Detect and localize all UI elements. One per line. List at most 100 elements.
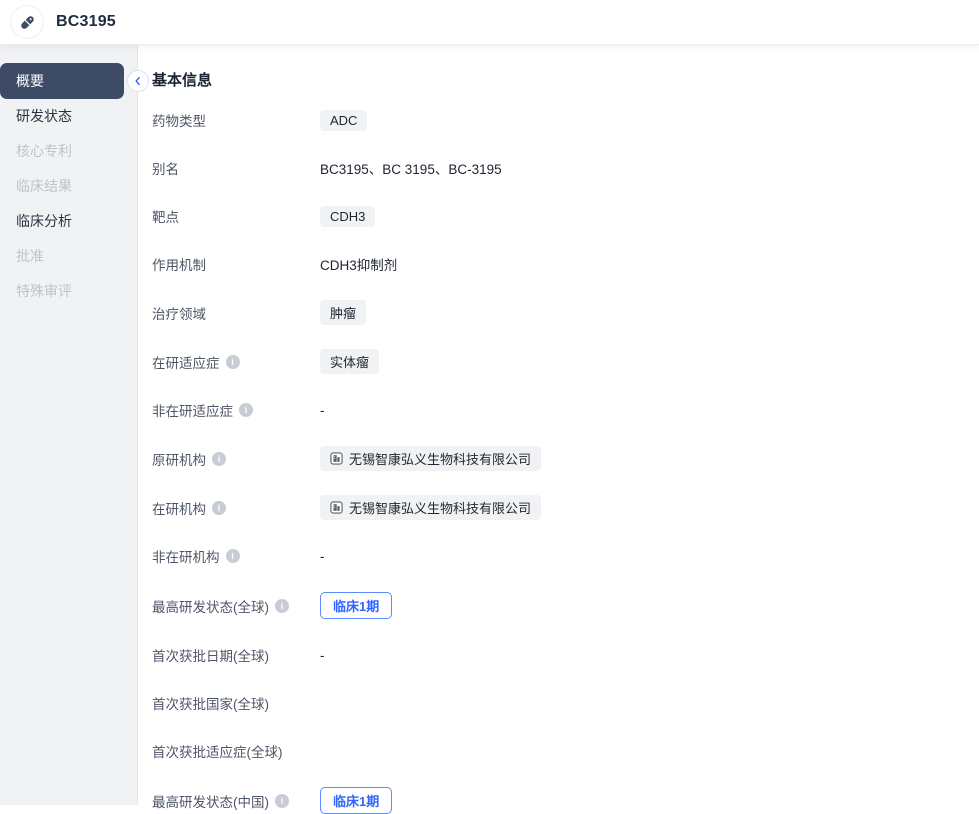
field-label-highest-status-global: 最高研发状态(全球) i: [152, 596, 320, 616]
field-label-mechanism: 作用机制: [152, 254, 320, 274]
info-icon[interactable]: i: [212, 501, 226, 515]
field-value-target: CDH3: [320, 206, 375, 227]
field-label-text: 治疗领域: [152, 303, 206, 323]
info-icon[interactable]: i: [212, 452, 226, 466]
field-value-aliases: BC3195、BC 3195、BC-3195: [320, 158, 502, 178]
info-icon[interactable]: i: [275, 794, 289, 808]
field-row-highest-status-global: 最高研发状态(全球) i 临床1期: [152, 592, 979, 619]
field-label-text: 在研适应症: [152, 352, 220, 372]
field-label-active-org: 在研机构 i: [152, 498, 320, 518]
field-label-originator-org: 原研机构 i: [152, 449, 320, 469]
field-label-text: 首次获批日期(全球): [152, 645, 269, 665]
field-text-value: BC3195、BC 3195、BC-3195: [320, 158, 502, 178]
status-badge[interactable]: 临床1期: [320, 592, 392, 619]
company-tag[interactable]: 无锡智康弘义生物科技有限公司: [320, 446, 541, 471]
field-row-highest-status-china: 最高研发状态(中国) i 临床1期: [152, 787, 979, 814]
company-tag[interactable]: 无锡智康弘义生物科技有限公司: [320, 495, 541, 520]
sidebar-item-clinical-results: 临床结果: [0, 169, 137, 204]
field-row-first-approval-country-global: 首次获批国家(全球): [152, 691, 979, 715]
field-row-aliases: 别名 BC3195、BC 3195、BC-3195: [152, 156, 979, 180]
field-value-inactive-org: -: [320, 549, 325, 564]
field-label-text: 非在研适应症: [152, 400, 233, 420]
field-value-active-org: 无锡智康弘义生物科技有限公司: [320, 495, 541, 520]
field-value-active-indications: 实体瘤: [320, 349, 379, 374]
section-title: 基本信息: [152, 70, 979, 92]
field-label-text: 靶点: [152, 206, 179, 226]
field-value-mechanism: CDH3抑制剂: [320, 254, 397, 274]
field-value-first-approval-date-global: -: [320, 648, 325, 663]
field-label-highest-status-china: 最高研发状态(中国) i: [152, 791, 320, 811]
field-text-value: -: [320, 648, 325, 663]
field-text-value: -: [320, 549, 325, 564]
field-label-first-approval-date-global: 首次获批日期(全球): [152, 645, 320, 665]
field-row-mechanism: 作用机制 CDH3抑制剂: [152, 252, 979, 276]
tag[interactable]: ADC: [320, 110, 367, 131]
tag[interactable]: 实体瘤: [320, 349, 379, 374]
page-title: BC3195: [56, 13, 116, 31]
field-row-active-indications: 在研适应症 i 实体瘤: [152, 349, 979, 374]
company-name: 无锡智康弘义生物科技有限公司: [349, 498, 531, 517]
field-label-text: 在研机构: [152, 498, 206, 518]
main-content: 基本信息 药物类型 ADC 别名 BC3195、BC 3195、BC-3195 靶点 CD…: [138, 45, 979, 805]
sidebar-item-approval: 批准: [0, 239, 137, 274]
fields-list: 药物类型 ADC 别名 BC3195、BC 3195、BC-3195 靶点 CDH3 作用机…: [152, 108, 979, 814]
field-value-inactive-indications: -: [320, 403, 325, 418]
field-label-inactive-org: 非在研机构 i: [152, 546, 320, 566]
field-row-originator-org: 原研机构 i 无锡智康弘义生物科技有限公司: [152, 446, 979, 471]
info-icon[interactable]: i: [226, 549, 240, 563]
info-icon[interactable]: i: [226, 355, 240, 369]
field-label-text: 非在研机构: [152, 546, 220, 566]
field-text-value: -: [320, 403, 325, 418]
field-label-text: 别名: [152, 158, 179, 178]
building-icon: [330, 501, 343, 514]
status-badge[interactable]: 临床1期: [320, 787, 392, 814]
company-name: 无锡智康弘义生物科技有限公司: [349, 449, 531, 468]
pill-icon: [18, 13, 37, 32]
field-label-text: 首次获批国家(全球): [152, 693, 269, 713]
collapse-sidebar-button[interactable]: [127, 70, 149, 92]
field-label-text: 药物类型: [152, 110, 206, 130]
sidebar-item-core-patents: 核心专利: [0, 134, 137, 169]
field-label-first-approval-indication-global: 首次获批适应症(全球): [152, 741, 320, 761]
field-text-value: CDH3抑制剂: [320, 254, 397, 274]
app-body: 概要研发状态核心专利临床结果临床分析批准特殊审评 基本信息 药物类型 ADC 别名 B…: [0, 45, 979, 805]
sidebar-item-rd-status[interactable]: 研发状态: [0, 99, 137, 134]
info-icon[interactable]: i: [239, 403, 253, 417]
tag[interactable]: CDH3: [320, 206, 375, 227]
sidebar-item-clinical-analysis[interactable]: 临床分析: [0, 204, 137, 239]
field-label-target: 靶点: [152, 206, 320, 226]
field-value-highest-status-global: 临床1期: [320, 592, 392, 619]
building-icon: [330, 452, 343, 465]
field-row-drug-type: 药物类型 ADC: [152, 108, 979, 132]
sidebar-item-special-review: 特殊审评: [0, 274, 137, 309]
field-row-first-approval-indication-global: 首次获批适应症(全球): [152, 739, 979, 763]
tag[interactable]: 肿瘤: [320, 300, 366, 325]
field-row-inactive-org: 非在研机构 i -: [152, 544, 979, 568]
field-label-text: 作用机制: [152, 254, 206, 274]
field-value-drug-type: ADC: [320, 110, 367, 131]
field-label-text: 原研机构: [152, 449, 206, 469]
drug-logo: [10, 5, 44, 39]
field-value-therapeutic-area: 肿瘤: [320, 300, 366, 325]
field-label-text: 首次获批适应症(全球): [152, 741, 283, 761]
field-label-text: 最高研发状态(全球): [152, 596, 269, 616]
field-label-inactive-indications: 非在研适应症 i: [152, 400, 320, 420]
field-label-text: 最高研发状态(中国): [152, 791, 269, 811]
field-value-highest-status-china: 临床1期: [320, 787, 392, 814]
field-row-target: 靶点 CDH3: [152, 204, 979, 228]
field-label-therapeutic-area: 治疗领域: [152, 303, 320, 323]
field-row-first-approval-date-global: 首次获批日期(全球) -: [152, 643, 979, 667]
sidebar-item-overview[interactable]: 概要: [0, 63, 124, 99]
field-value-originator-org: 无锡智康弘义生物科技有限公司: [320, 446, 541, 471]
field-row-active-org: 在研机构 i 无锡智康弘义生物科技有限公司: [152, 495, 979, 520]
field-label-aliases: 别名: [152, 158, 320, 178]
field-row-therapeutic-area: 治疗领域 肿瘤: [152, 300, 979, 325]
app-header: BC3195: [0, 0, 979, 45]
field-label-active-indications: 在研适应症 i: [152, 352, 320, 372]
field-row-inactive-indications: 非在研适应症 i -: [152, 398, 979, 422]
chevron-left-icon: [132, 75, 144, 87]
field-label-drug-type: 药物类型: [152, 110, 320, 130]
info-icon[interactable]: i: [275, 599, 289, 613]
sidebar: 概要研发状态核心专利临床结果临床分析批准特殊审评: [0, 45, 138, 805]
field-label-first-approval-country-global: 首次获批国家(全球): [152, 693, 320, 713]
